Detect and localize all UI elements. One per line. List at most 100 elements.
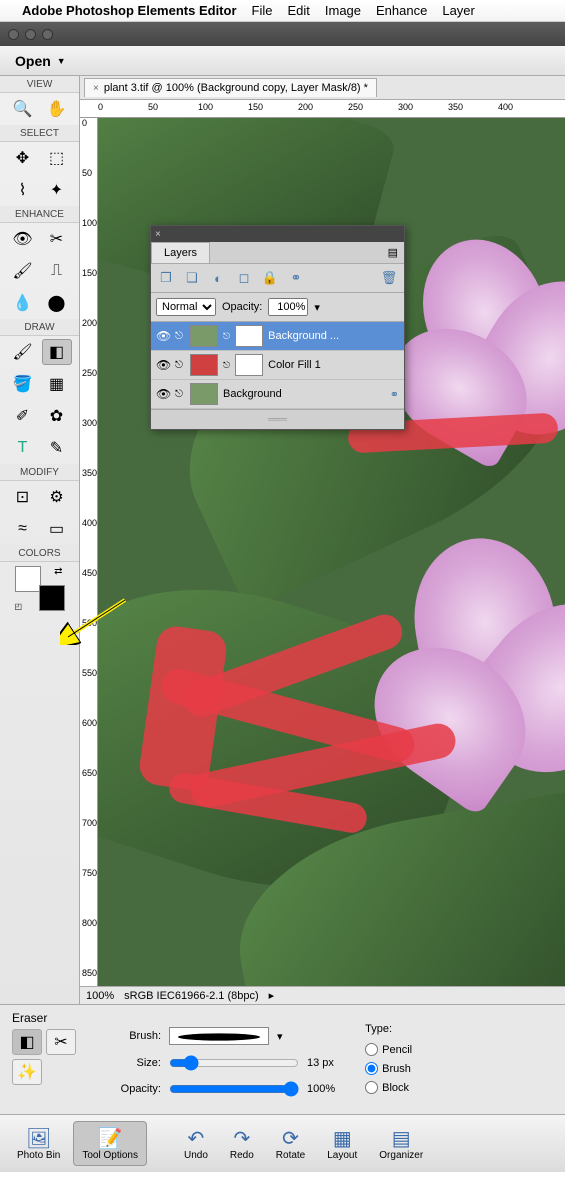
layers-tab[interactable]: Layers bbox=[151, 242, 210, 263]
redo-button[interactable]: ↷Redo bbox=[221, 1121, 263, 1166]
panel-resize-handle[interactable]: ═══ bbox=[151, 409, 404, 429]
mask-link-icon[interactable]: ⎋ bbox=[223, 360, 230, 371]
app-name[interactable]: Adobe Photoshop Elements Editor bbox=[22, 3, 237, 18]
section-enhance: ENHANCE bbox=[0, 206, 79, 223]
menu-enhance[interactable]: Enhance bbox=[376, 3, 427, 18]
open-button[interactable]: Open bbox=[15, 53, 51, 69]
opacity-input[interactable] bbox=[268, 298, 308, 316]
layer-fx-icon[interactable]: ⚭ bbox=[390, 388, 399, 401]
eraser-mode-eraser[interactable]: ◧ bbox=[12, 1029, 42, 1055]
zoom-tool[interactable]: 🔍 bbox=[8, 96, 38, 122]
status-arrow-icon[interactable]: ▸ bbox=[269, 989, 275, 1002]
layer-row[interactable]: 👁 ⎋ ⎋ Color Fill 1 bbox=[151, 351, 404, 380]
layer-thumbnail[interactable] bbox=[190, 383, 218, 405]
background-color[interactable] bbox=[39, 585, 65, 611]
recompose-tool[interactable]: ⚙ bbox=[42, 484, 72, 510]
redeye-tool[interactable]: 👁 bbox=[8, 226, 38, 252]
rotate-button[interactable]: ⟳Rotate bbox=[267, 1121, 314, 1166]
minimize-window-button[interactable] bbox=[25, 29, 36, 40]
open-dropdown-caret[interactable]: ▼ bbox=[57, 56, 66, 66]
content-aware-tool[interactable]: ≈ bbox=[8, 516, 38, 542]
type-pencil-radio[interactable] bbox=[365, 1043, 378, 1056]
brush-preview[interactable] bbox=[169, 1027, 269, 1045]
type-tool[interactable]: T bbox=[8, 435, 38, 461]
layer-thumbnail[interactable] bbox=[190, 325, 218, 347]
menu-layer[interactable]: Layer bbox=[442, 3, 475, 18]
hand-tool[interactable]: ✋ bbox=[42, 96, 72, 122]
menu-file[interactable]: File bbox=[252, 3, 273, 18]
eyedropper-tool[interactable]: ✐ bbox=[8, 403, 38, 429]
eraser-tool[interactable]: ◧ bbox=[42, 339, 72, 365]
shape-tool[interactable]: ✿ bbox=[42, 403, 72, 429]
swap-colors-icon[interactable]: ⇄ bbox=[54, 566, 62, 577]
default-colors-icon[interactable]: ◰ bbox=[15, 602, 23, 611]
layer-name[interactable]: Color Fill 1 bbox=[268, 359, 399, 371]
brush-tool[interactable]: 🖌 bbox=[8, 339, 38, 365]
mask-link-icon[interactable]: ⎋ bbox=[223, 331, 230, 342]
eraser-mode-background[interactable]: ✂ bbox=[46, 1029, 76, 1055]
color-profile[interactable]: sRGB IEC61966-2.1 (8bpc) bbox=[124, 990, 259, 1002]
menu-image[interactable]: Image bbox=[325, 3, 361, 18]
layer-row[interactable]: 👁 ⎋ Background ⚭ bbox=[151, 380, 404, 409]
visibility-icon[interactable]: 👁 bbox=[156, 387, 170, 401]
visibility-icon[interactable]: 👁 bbox=[156, 358, 170, 372]
new-layer-icon[interactable]: ❐ bbox=[156, 269, 176, 287]
pencil-tool[interactable]: ✎ bbox=[42, 435, 72, 461]
delete-layer-icon[interactable]: 🗑 bbox=[379, 269, 399, 287]
layer-mask-icon[interactable]: ◻ bbox=[234, 269, 254, 287]
blur-tool[interactable]: 💧 bbox=[8, 290, 38, 316]
paint-bucket-tool[interactable]: 🪣 bbox=[8, 371, 38, 397]
layers-panel-titlebar[interactable]: × bbox=[151, 226, 404, 242]
size-slider[interactable] bbox=[169, 1055, 299, 1071]
close-window-button[interactable] bbox=[8, 29, 19, 40]
layout-button[interactable]: ▦Layout bbox=[318, 1121, 366, 1166]
close-panel-icon[interactable]: × bbox=[155, 229, 161, 240]
zoom-window-button[interactable] bbox=[42, 29, 53, 40]
sponge-tool[interactable]: ⬤ bbox=[42, 290, 72, 316]
link-icon[interactable]: ⎋ bbox=[175, 331, 185, 342]
new-group-icon[interactable]: ❏ bbox=[182, 269, 202, 287]
lock-layer-icon[interactable]: 🔒 bbox=[260, 269, 280, 287]
type-brush-radio[interactable] bbox=[365, 1062, 378, 1075]
brush-dropdown-icon[interactable]: ▾ bbox=[277, 1030, 283, 1043]
close-tab-icon[interactable]: × bbox=[93, 83, 99, 94]
mask-thumbnail[interactable] bbox=[235, 325, 263, 347]
mask-thumbnail[interactable] bbox=[235, 354, 263, 376]
document-tab[interactable]: × plant 3.tif @ 100% (Background copy, L… bbox=[84, 78, 377, 97]
panel-menu-icon[interactable]: ▤ bbox=[382, 242, 404, 263]
blend-mode-select[interactable]: Normal bbox=[156, 298, 216, 316]
gradient-tool[interactable]: ▦ bbox=[42, 371, 72, 397]
zoom-level[interactable]: 100% bbox=[86, 990, 114, 1002]
tool-options-button[interactable]: 📝Tool Options bbox=[73, 1121, 147, 1166]
foreground-color[interactable] bbox=[15, 566, 41, 592]
smart-brush-tool[interactable]: 🖌 bbox=[8, 258, 38, 284]
layer-thumbnail[interactable] bbox=[190, 354, 218, 376]
marquee-tool[interactable]: ⬚ bbox=[42, 145, 72, 171]
opacity-slider[interactable] bbox=[169, 1081, 299, 1097]
organizer-button[interactable]: ▤Organizer bbox=[370, 1121, 432, 1166]
move-tool[interactable]: ✥ bbox=[8, 145, 38, 171]
lasso-tool[interactable]: ⌇ bbox=[8, 177, 38, 203]
straighten-tool[interactable]: ▭ bbox=[42, 516, 72, 542]
spot-heal-tool[interactable]: ✂ bbox=[42, 226, 72, 252]
section-draw: DRAW bbox=[0, 319, 79, 336]
link-icon[interactable]: ⎋ bbox=[175, 389, 185, 400]
layer-row[interactable]: 👁 ⎋ ⎋ Background ... bbox=[151, 322, 404, 351]
layer-name[interactable]: Background ... bbox=[268, 330, 399, 342]
photo-bin-button[interactable]: 🖼Photo Bin bbox=[8, 1121, 69, 1166]
layer-name[interactable]: Background bbox=[223, 388, 385, 400]
crop-tool[interactable]: ⊡ bbox=[8, 484, 38, 510]
size-value: 13 px bbox=[307, 1057, 334, 1069]
link-layers-icon[interactable]: ⚭ bbox=[286, 269, 306, 287]
clone-stamp-tool[interactable]: ⎍ bbox=[42, 258, 72, 284]
type-block-radio[interactable] bbox=[365, 1081, 378, 1094]
adjustment-layer-icon[interactable]: ◐ bbox=[208, 269, 228, 287]
opacity-dropdown-icon[interactable]: ▾ bbox=[314, 301, 320, 314]
undo-button[interactable]: ↶Undo bbox=[175, 1121, 217, 1166]
link-icon[interactable]: ⎋ bbox=[175, 360, 185, 371]
eraser-mode-magic[interactable]: ✨ bbox=[12, 1059, 42, 1085]
quick-select-tool[interactable]: ✦ bbox=[42, 177, 72, 203]
layers-panel[interactable]: × Layers ▤ ❐ ❏ ◐ ◻ 🔒 ⚭ 🗑 Normal Opacity:… bbox=[150, 225, 405, 430]
visibility-icon[interactable]: 👁 bbox=[156, 329, 170, 343]
menu-edit[interactable]: Edit bbox=[287, 3, 309, 18]
